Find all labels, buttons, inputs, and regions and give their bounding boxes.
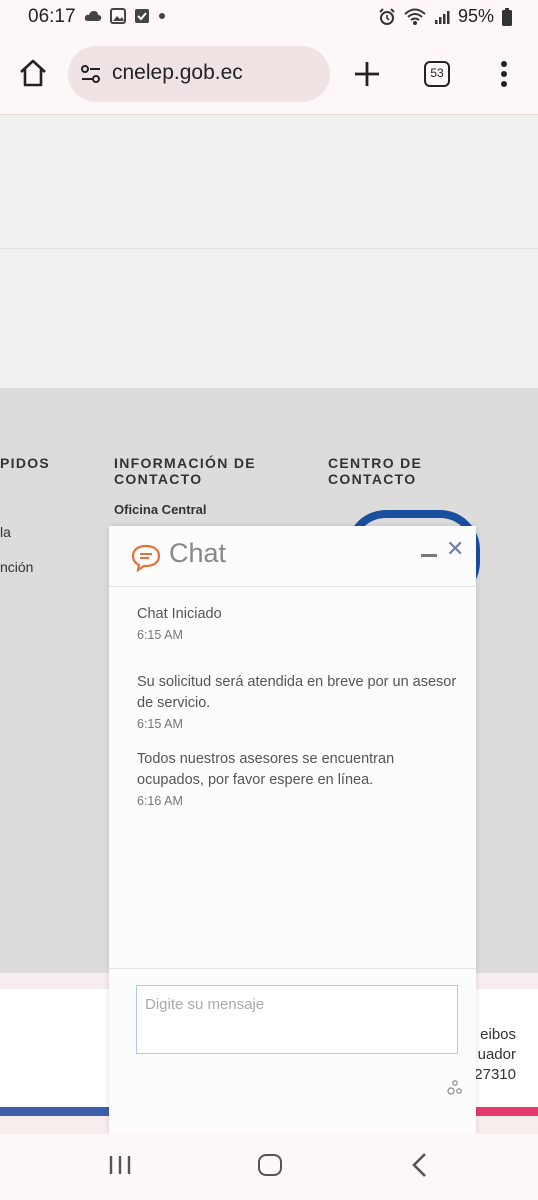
chat-message: Todos nuestros asesores se encuentran oc… — [137, 749, 457, 808]
more-menu-icon[interactable] — [494, 61, 514, 89]
new-tab-icon[interactable] — [354, 61, 380, 87]
chat-title: Chat — [169, 538, 227, 568]
footer-office-label: Oficina Central — [114, 502, 207, 517]
footer-col-contact-info-title: INFORMACIÓN DE CONTACTO — [114, 455, 256, 487]
system-nav-bar — [0, 1134, 538, 1200]
minimize-icon[interactable] — [421, 554, 437, 557]
address-bar[interactable]: cnelep.gob.ec — [68, 46, 330, 102]
footer-link[interactable]: nción — [0, 559, 33, 575]
footer-col-contact-center-title-line1: CENTRO DE — [328, 455, 423, 471]
status-time: 06:17 — [28, 6, 76, 27]
signal-icon — [434, 10, 450, 24]
chat-message: Chat Iniciado 6:15 AM — [137, 604, 457, 642]
chat-message-time: 6:16 AM — [137, 794, 183, 808]
battery-percent: 95% — [457, 6, 494, 26]
chat-message: Su solicitud será atendida en breve por … — [137, 672, 457, 731]
close-icon[interactable]: ✕ — [446, 538, 464, 560]
chat-message-text: Su solicitud será atendida en breve por … — [137, 674, 457, 711]
page-content-area — [0, 115, 538, 387]
address-line: uador — [477, 1046, 516, 1063]
chat-message-text: Chat Iniciado — [137, 606, 222, 622]
chat-message-input[interactable] — [136, 985, 458, 1054]
brand-stripe-pink — [470, 1107, 538, 1116]
footer-col-quick-links-title: PIDOS — [0, 455, 51, 471]
wifi-icon — [404, 8, 426, 25]
chat-message-time: 6:15 AM — [137, 628, 183, 642]
alarm-icon — [379, 7, 395, 25]
checkbox-icon — [135, 9, 149, 23]
home-nav-icon[interactable] — [258, 1154, 282, 1176]
footer-col-contact-center-title-line2: CONTACTO — [328, 471, 417, 487]
image-icon — [110, 8, 126, 24]
chat-header: Chat ✕ — [109, 526, 476, 587]
back-icon[interactable] — [410, 1152, 430, 1178]
status-bar: 06:17 95% — [0, 0, 538, 36]
cloud-icon — [84, 11, 102, 21]
divider — [0, 248, 538, 249]
battery-icon — [502, 7, 512, 26]
chat-options-icon[interactable] — [447, 1077, 463, 1097]
recent-apps-icon[interactable] — [108, 1154, 132, 1176]
url-text: cnelep.gob.ec — [112, 61, 243, 84]
chat-bubble-icon — [131, 544, 161, 572]
browser-toolbar: cnelep.gob.ec 53 — [0, 36, 538, 115]
brand-stripe-blue — [0, 1107, 120, 1116]
footer-link[interactable]: la — [0, 524, 11, 540]
chat-input-area — [109, 968, 476, 1135]
chat-message-time: 6:15 AM — [137, 717, 183, 731]
address-line: 27310 — [474, 1066, 516, 1083]
footer-col-contact-center-title: CENTRO DE CONTACTO — [328, 455, 422, 487]
dot-icon — [159, 13, 165, 19]
footer-col-contact-info-title-line2: CONTACTO — [114, 471, 203, 487]
chat-message-text: Todos nuestros asesores se encuentran oc… — [137, 751, 395, 788]
site-settings-icon[interactable] — [80, 63, 102, 85]
tab-switcher-button[interactable]: 53 — [424, 61, 450, 87]
home-icon[interactable] — [18, 58, 48, 88]
footer-col-contact-info-title-line1: INFORMACIÓN DE — [114, 455, 256, 471]
address-line: eibos — [480, 1026, 516, 1043]
chat-widget: Chat ✕ Chat Iniciado 6:15 AM Su solicitu… — [109, 526, 476, 1134]
